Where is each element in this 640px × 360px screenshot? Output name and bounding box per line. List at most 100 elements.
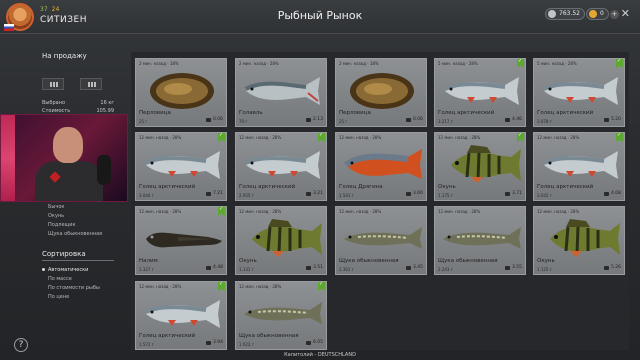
fish-name: Окунь [239,258,257,264]
catch-time: 12 мин. назад · 28% [239,135,282,140]
silver-coin-icon [548,10,556,18]
fish-image [145,151,220,179]
fish-weight: 3.078 г [537,119,552,124]
sort-option[interactable]: По массе [48,276,72,282]
fish-name: Голец арктический [537,110,594,116]
fish-weight: 3.044 г [139,193,154,198]
close-icon[interactable]: ✕ [621,7,630,20]
price-icon [205,191,211,196]
fish-market-screen: 37 24 СИТИЗЕН Рыбный Рынок 763.52 0 + ✕ … [0,0,640,360]
fish-price: 3.60 [405,191,423,196]
selected-stat: Выбрано 16 кг [42,100,114,106]
fish-weight: 2.361 г [339,267,354,272]
fish-name: Налим [139,258,158,264]
fish-card[interactable]: 12 мин. назад · 28% Щука обыкновенная 2.24… [434,206,526,275]
fish-card[interactable]: 12 мин. назад · 28% Голец Дрягина 1.541 г 3… [335,132,427,201]
fish-image [350,73,414,109]
sale-panel: На продажу Выбрано 16 кг Стоимость 105.9… [30,52,114,300]
price-icon [205,265,211,270]
fish-name: Перловица [139,110,171,116]
fish-name: Голавль [239,110,263,116]
catch-time: 12 мин. назад · 28% [438,135,481,140]
sort-title: Сортировка [42,250,114,261]
sort-option[interactable]: По стоимости рыбы [48,285,100,291]
fish-price: 6.05 [305,340,323,345]
fish-weight: 3.042 г [537,193,552,198]
fish-image [252,219,322,257]
price-icon [405,265,411,270]
price-icon [205,117,211,122]
fish-card[interactable]: 2 мин. назад · 18% Перловица 25 г 0.06 [135,58,227,127]
price-icon [205,340,211,345]
fish-name: Щука обыкновенная [339,258,399,264]
price-icon [603,117,609,122]
fish-price: 3.55 [504,265,522,270]
fish-price: 5.26 [603,265,621,270]
fish-card[interactable]: 12 мин. назад · 28% Голец арктический 1.57… [135,281,227,350]
grid-view-icon[interactable] [42,78,64,90]
filter-item[interactable]: Окунь [48,213,64,219]
fish-card[interactable]: 12 мин. назад · 28% Окунь 1.175 г 3.71 [434,132,526,201]
fish-image [451,145,521,183]
fish-weight: 79 г [239,119,248,124]
catch-time: 12 мин. назад · 28% [239,284,282,289]
fish-card[interactable]: 5 мин. назад · 28% Голец арктический 3.217… [434,58,526,127]
fish-card[interactable]: 12 мин. назад · 28% Щука обыкновенная 2.36… [335,206,427,275]
fish-card[interactable]: 12 мин. назад · 28% Голец арктический 3.04… [135,132,227,201]
fish-card[interactable]: 2 мин. назад · 18% Перловица 25 г 0.06 [335,58,427,127]
fish-image [244,302,322,324]
catch-time: 12 мин. назад · 28% [139,209,182,214]
fish-weight: 1.131 г [239,267,254,272]
sort-option[interactable]: Автоматически [41,267,88,273]
help-icon[interactable]: ? [14,338,28,352]
fish-image [245,77,320,105]
fish-name: Окунь [438,184,456,190]
price-icon [504,191,510,196]
silver-balance: 763.52 [545,8,585,20]
price-icon [603,191,609,196]
fish-image [146,232,222,248]
fish-card[interactable]: 5 мин. назад · 28% Голец арктический 3.078… [533,58,625,127]
catch-time: 12 мин. назад · 28% [537,209,580,214]
catch-time: 12 мин. назад · 28% [537,135,580,140]
fish-card[interactable]: 12 мин. назад · 28% Голец арктический 3.04… [533,132,625,201]
fish-card[interactable]: 12 мин. назад · 28% Окунь 1.131 г 3.51 [235,206,327,275]
fish-price: 3.94 [205,340,223,345]
price-icon [305,340,311,345]
filter-item[interactable]: Щука обыкновенная [48,231,102,237]
filter-item[interactable]: Бычок [48,204,64,210]
price-icon [405,117,411,122]
sort-option[interactable]: По цене [48,294,69,300]
fish-price: 0.06 [405,117,423,122]
catch-time: 12 мин. назад · 28% [239,209,282,214]
fish-image [443,227,521,249]
top-bar: 37 24 СИТИЗЕН Рыбный Рынок 763.52 0 + ✕ [0,0,640,34]
fish-card[interactable]: 12 мин. назад · 28% Налим 1.327 г 4.48 [135,206,227,275]
fish-card[interactable]: 2 мин. назад · 28% Голавль 79 г 2.13 [235,58,327,127]
catch-time: 2 мин. назад · 18% [339,61,379,66]
fish-weight: 1.922 г [239,342,254,347]
fish-image [150,73,214,109]
fish-card[interactable]: 12 мин. назад · 28% Голец арктический 2.95… [235,132,327,201]
price-icon [504,117,510,122]
filter-item[interactable]: Подлещик [48,222,76,228]
fish-price: 3.45 [405,265,423,270]
fish-image [145,300,220,328]
price-icon [305,265,311,270]
price-icon [504,265,510,270]
catch-time: 12 мин. назад · 28% [438,209,481,214]
fish-name: Голец арктический [239,184,296,190]
list-view-icon[interactable] [80,78,102,90]
fish-weight: 2.243 г [438,267,453,272]
price-icon [405,191,411,196]
fish-weight: 1.541 г [339,193,354,198]
fish-name: Щука обыкновенная [239,333,299,339]
fish-card[interactable]: 12 мин. назад · 28% Окунь 1.125 г 5.26 [533,206,625,275]
catch-time: 2 мин. назад · 28% [239,61,279,66]
fish-price: 4.46 [504,117,522,122]
add-gold-button[interactable]: + [609,10,619,19]
fish-card[interactable]: 12 мин. назад · 28% Щука обыкновенная 1.92… [235,281,327,350]
fish-image [543,151,618,179]
gold-coin-icon [589,10,597,18]
fish-price: 5.20 [603,117,621,122]
